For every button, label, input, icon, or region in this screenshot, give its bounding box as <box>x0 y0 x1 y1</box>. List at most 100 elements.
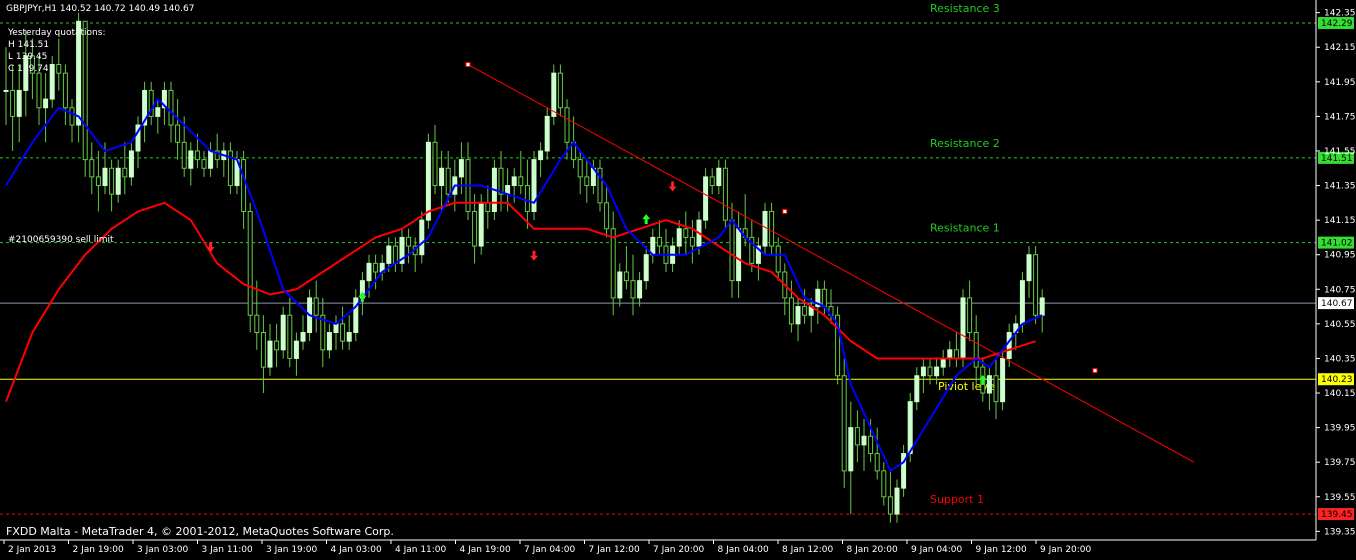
price-tick-label: 140.75 <box>1324 285 1356 295</box>
fast-moving-average <box>5 97 1043 473</box>
sell-arrow-icon <box>668 181 677 192</box>
candle-body <box>16 89 22 117</box>
time-tick-label: 8 Jan 20:00 <box>847 545 899 555</box>
time-tick-label: 8 Jan 04:00 <box>718 545 770 555</box>
price-tick-label: 139.55 <box>1324 493 1356 503</box>
candle-body <box>241 159 247 212</box>
candle-body <box>188 150 194 169</box>
time-tick-label: 3 Jan 11:00 <box>202 545 254 555</box>
candle-body <box>544 115 550 152</box>
candle-body <box>557 72 563 109</box>
candle-body <box>56 64 62 74</box>
time-tick-label: 2 Jan 2013 <box>8 545 56 555</box>
price-tick-label: 139.35 <box>1324 527 1356 537</box>
current-price-label: 140.67 <box>1321 299 1353 309</box>
candle-body <box>960 297 966 359</box>
level-price-label: 140.23 <box>1321 375 1353 385</box>
chart-window[interactable]: 142.29 Resistance 3 141.51 Resistance 2 141.… <box>0 0 1356 556</box>
candle-body <box>637 280 643 299</box>
candle-body <box>1019 280 1025 325</box>
candle-body <box>386 245 392 264</box>
quotes-close: C 139.74 <box>8 64 49 74</box>
level-name: Resistance 3 <box>930 2 1000 15</box>
candle-body <box>676 228 682 247</box>
candle-body <box>934 366 940 377</box>
candle-body <box>947 349 953 359</box>
candle-body <box>736 228 742 282</box>
candle-body <box>201 159 207 169</box>
candle-body <box>181 141 187 169</box>
candle-body <box>993 375 999 403</box>
quotes-high: H 141.51 <box>8 40 50 50</box>
candle-body <box>511 176 517 187</box>
chart-header: GBPJPYr,H1 140.52 140.72 140.49 140.67 <box>6 4 195 14</box>
candle-body <box>472 210 478 247</box>
candle-body <box>584 176 590 187</box>
candle-body <box>604 202 610 230</box>
candle-body <box>1026 254 1032 282</box>
candle-body <box>894 487 900 515</box>
candle-body <box>109 167 115 195</box>
candle-body <box>445 167 451 195</box>
candle-body <box>927 366 933 377</box>
candle-body <box>617 271 623 299</box>
candle-body <box>1006 332 1012 359</box>
level-price-label: 142.29 <box>1321 19 1353 29</box>
candle-body <box>524 185 530 212</box>
footer-copyright: FXDD Malta - MetaTrader 4, © 2001-2012, … <box>6 525 394 538</box>
candle-body <box>610 228 616 299</box>
candle-body <box>920 366 926 377</box>
candle-body <box>10 89 16 117</box>
candle-body <box>623 271 629 282</box>
candle-body <box>518 176 524 187</box>
candle-body <box>821 288 827 308</box>
candle-body <box>689 236 695 247</box>
candle-body <box>346 332 352 342</box>
candle-body <box>82 20 88 161</box>
price-tick-label: 139.95 <box>1324 424 1356 434</box>
candle-body <box>95 176 101 187</box>
price-tick-label: 141.55 <box>1324 147 1356 157</box>
candle-body <box>1039 297 1045 316</box>
candle-body <box>986 375 992 394</box>
time-tick-label: 3 Jan 19:00 <box>266 545 318 555</box>
candle-body <box>366 262 372 282</box>
candle-body <box>848 427 854 472</box>
candle-body <box>729 219 735 282</box>
price-chart[interactable]: 142.29Resistance 3141.51Resistance 2141.… <box>0 0 1356 556</box>
time-tick-label: 4 Jan 03:00 <box>331 545 383 555</box>
quotes-title: Yesterday quotations: <box>8 28 106 38</box>
candle-body <box>326 332 332 351</box>
candle-body <box>683 228 689 238</box>
level-name: Resistance 2 <box>930 137 1000 150</box>
candle-body <box>577 159 583 178</box>
time-tick-label: 3 Jan 03:00 <box>137 545 189 555</box>
candle-body <box>128 150 134 178</box>
candle-body <box>841 375 847 472</box>
candle-body <box>432 141 438 187</box>
price-tick-label: 141.75 <box>1324 112 1356 122</box>
candle-body <box>254 314 260 334</box>
trendline-marker <box>782 208 788 214</box>
price-tick-label: 142.35 <box>1324 9 1356 19</box>
candle-body <box>1033 254 1039 316</box>
candle-body <box>914 375 920 403</box>
price-tick-label: 141.95 <box>1324 78 1356 88</box>
price-tick-label: 139.75 <box>1324 458 1356 468</box>
candle-body <box>881 470 887 498</box>
sell-arrow-icon <box>530 250 538 261</box>
candle-body <box>36 72 42 109</box>
trendline-marker <box>465 62 471 68</box>
candle-body <box>155 107 161 117</box>
candle-body <box>907 401 913 455</box>
candle-body <box>175 124 181 143</box>
time-tick-label: 2 Jan 19:00 <box>73 545 125 555</box>
candle-body <box>62 72 68 109</box>
price-tick-label: 140.55 <box>1324 320 1356 330</box>
time-tick-label: 7 Jan 04:00 <box>524 545 576 555</box>
time-tick-label: 9 Jan 20:00 <box>1040 545 1092 555</box>
time-tick-label: 9 Jan 12:00 <box>976 545 1028 555</box>
time-tick-label: 9 Jan 04:00 <box>911 545 963 555</box>
candle-body <box>788 297 794 325</box>
candle-body <box>716 167 722 187</box>
